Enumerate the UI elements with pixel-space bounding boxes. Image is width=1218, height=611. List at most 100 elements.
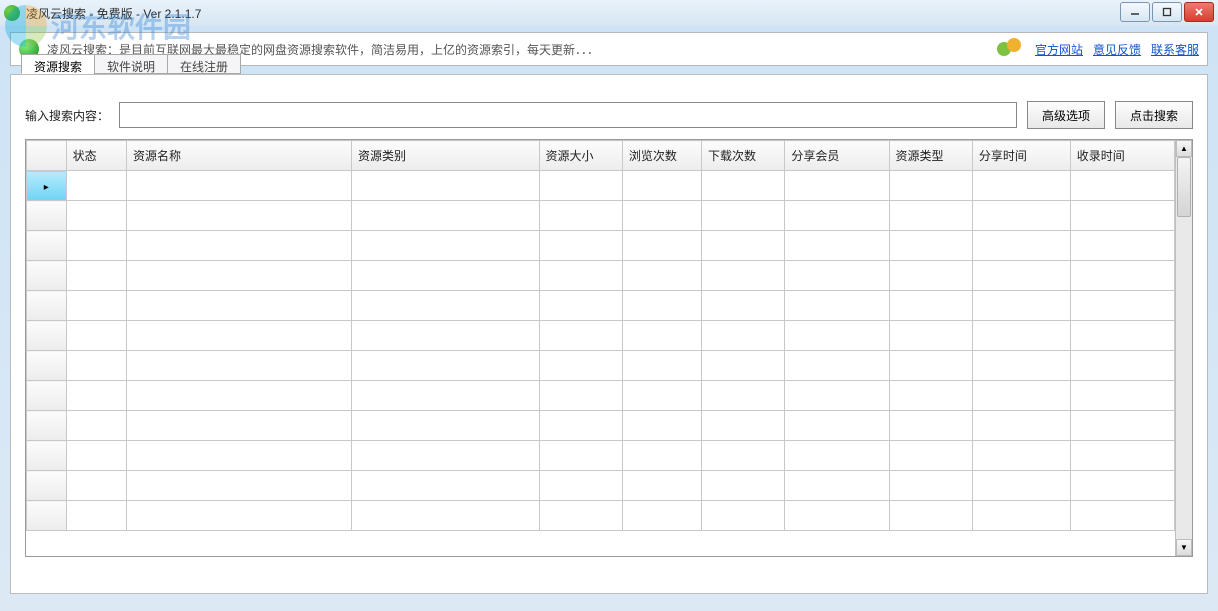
cell-member[interactable] <box>785 231 889 261</box>
table-row[interactable] <box>27 201 1175 231</box>
cell-type[interactable] <box>889 381 972 411</box>
cell-type[interactable] <box>889 411 972 441</box>
cell-name[interactable] <box>126 471 351 501</box>
cell-name[interactable] <box>126 321 351 351</box>
cell-category[interactable] <box>352 261 540 291</box>
cell-share_time[interactable] <box>972 441 1070 471</box>
cell-index_time[interactable] <box>1070 171 1174 201</box>
cell-size[interactable] <box>539 351 622 381</box>
cell-category[interactable] <box>352 501 540 531</box>
cell-downloads[interactable] <box>702 261 785 291</box>
cell-status[interactable] <box>66 201 126 231</box>
cell-name[interactable] <box>126 381 351 411</box>
cell-name[interactable] <box>126 261 351 291</box>
cell-index_time[interactable] <box>1070 381 1174 411</box>
cell-share_time[interactable] <box>972 501 1070 531</box>
maximize-button[interactable] <box>1152 2 1182 22</box>
cell-size[interactable] <box>539 471 622 501</box>
cell-share_time[interactable] <box>972 381 1070 411</box>
row-header[interactable] <box>27 471 67 501</box>
cell-views[interactable] <box>622 291 701 321</box>
cell-category[interactable] <box>352 201 540 231</box>
cell-index_time[interactable] <box>1070 321 1174 351</box>
cell-size[interactable] <box>539 291 622 321</box>
column-header-category[interactable]: 资源类别 <box>352 141 540 171</box>
cell-member[interactable] <box>785 261 889 291</box>
column-header-size[interactable]: 资源大小 <box>539 141 622 171</box>
link-feedback[interactable]: 意见反馈 <box>1093 41 1141 58</box>
cell-size[interactable] <box>539 321 622 351</box>
cell-category[interactable] <box>352 441 540 471</box>
column-header-member[interactable]: 分享会员 <box>785 141 889 171</box>
vertical-scrollbar[interactable]: ▲ ▼ <box>1175 140 1192 556</box>
cell-name[interactable] <box>126 171 351 201</box>
cell-downloads[interactable] <box>702 351 785 381</box>
table-row[interactable] <box>27 381 1175 411</box>
cell-type[interactable] <box>889 171 972 201</box>
table-row[interactable] <box>27 351 1175 381</box>
cell-views[interactable] <box>622 261 701 291</box>
table-row[interactable] <box>27 321 1175 351</box>
cell-size[interactable] <box>539 231 622 261</box>
cell-views[interactable] <box>622 441 701 471</box>
column-header-downloads[interactable]: 下载次数 <box>702 141 785 171</box>
link-contact[interactable]: 联系客服 <box>1151 41 1199 58</box>
cell-index_time[interactable] <box>1070 471 1174 501</box>
cell-name[interactable] <box>126 501 351 531</box>
cell-name[interactable] <box>126 411 351 441</box>
tab-search[interactable]: 资源搜索 <box>21 54 95 74</box>
cell-name[interactable] <box>126 291 351 321</box>
cell-type[interactable] <box>889 501 972 531</box>
cell-category[interactable] <box>352 321 540 351</box>
scroll-up-button[interactable]: ▲ <box>1176 140 1192 157</box>
cell-name[interactable] <box>126 441 351 471</box>
cell-member[interactable] <box>785 471 889 501</box>
cell-member[interactable] <box>785 351 889 381</box>
cell-member[interactable] <box>785 171 889 201</box>
cell-category[interactable] <box>352 291 540 321</box>
row-header[interactable] <box>27 501 67 531</box>
cell-size[interactable] <box>539 171 622 201</box>
row-header[interactable] <box>27 321 67 351</box>
cell-type[interactable] <box>889 441 972 471</box>
cell-status[interactable] <box>66 411 126 441</box>
cell-name[interactable] <box>126 201 351 231</box>
cell-views[interactable] <box>622 201 701 231</box>
cell-share_time[interactable] <box>972 201 1070 231</box>
cell-type[interactable] <box>889 201 972 231</box>
cell-views[interactable] <box>622 381 701 411</box>
cell-size[interactable] <box>539 501 622 531</box>
row-header[interactable] <box>27 381 67 411</box>
cell-views[interactable] <box>622 171 701 201</box>
table-row[interactable] <box>27 231 1175 261</box>
close-button[interactable] <box>1184 2 1214 22</box>
cell-share_time[interactable] <box>972 321 1070 351</box>
cell-member[interactable] <box>785 321 889 351</box>
cell-size[interactable] <box>539 381 622 411</box>
cell-views[interactable] <box>622 351 701 381</box>
cell-status[interactable] <box>66 321 126 351</box>
cell-downloads[interactable] <box>702 441 785 471</box>
cell-index_time[interactable] <box>1070 261 1174 291</box>
column-header-type[interactable]: 资源类型 <box>889 141 972 171</box>
cell-views[interactable] <box>622 501 701 531</box>
row-header[interactable] <box>27 291 67 321</box>
cell-downloads[interactable] <box>702 291 785 321</box>
cell-share_time[interactable] <box>972 291 1070 321</box>
cell-status[interactable] <box>66 471 126 501</box>
cell-member[interactable] <box>785 201 889 231</box>
cell-type[interactable] <box>889 351 972 381</box>
row-header[interactable] <box>27 411 67 441</box>
row-header[interactable] <box>27 231 67 261</box>
cell-share_time[interactable] <box>972 231 1070 261</box>
column-header-index_time[interactable]: 收录时间 <box>1070 141 1174 171</box>
cell-downloads[interactable] <box>702 171 785 201</box>
row-header[interactable] <box>27 441 67 471</box>
cell-member[interactable] <box>785 291 889 321</box>
tab-register[interactable]: 在线注册 <box>167 54 241 74</box>
cell-type[interactable] <box>889 471 972 501</box>
cell-share_time[interactable] <box>972 471 1070 501</box>
cell-downloads[interactable] <box>702 501 785 531</box>
cell-category[interactable] <box>352 231 540 261</box>
minimize-button[interactable] <box>1120 2 1150 22</box>
